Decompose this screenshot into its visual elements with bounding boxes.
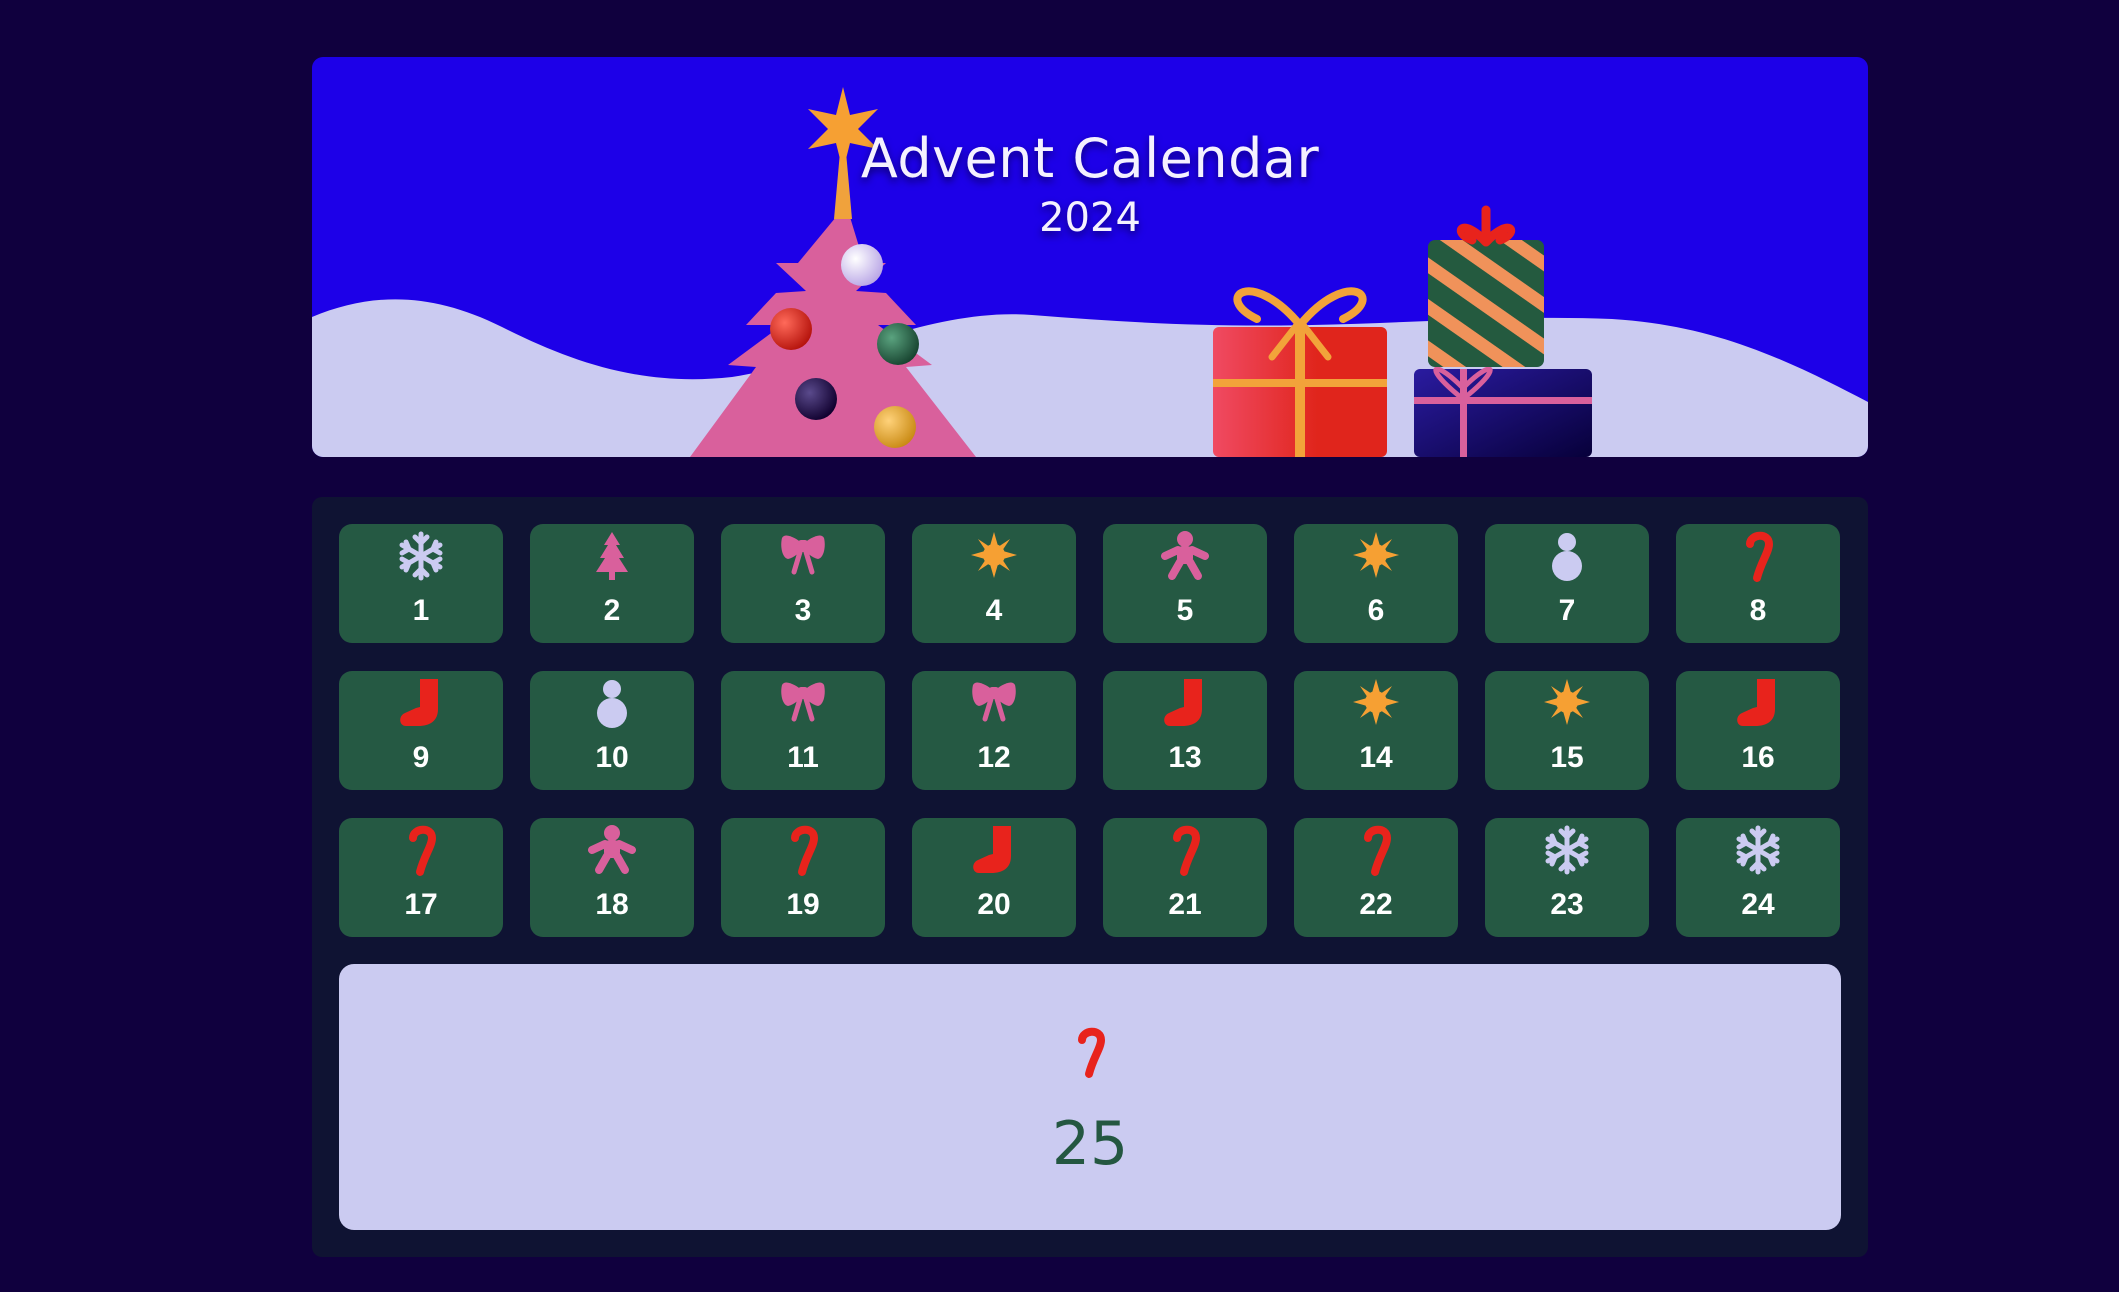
page-title: Advent Calendar <box>860 127 1320 190</box>
door-number: 6 <box>1367 594 1385 627</box>
door-number: 18 <box>595 888 629 921</box>
candy-cane-icon <box>1364 825 1392 876</box>
door-21[interactable]: 21 <box>1103 818 1267 937</box>
door-number: 2 <box>603 594 621 627</box>
bow-icon <box>781 682 825 722</box>
snowflake-icon <box>1545 825 1589 875</box>
door-17[interactable]: 17 <box>339 818 503 937</box>
door-4[interactable]: 4 <box>912 524 1076 643</box>
star-icon <box>1353 679 1399 725</box>
door-number: 1 <box>412 594 430 627</box>
door-11[interactable]: 11 <box>721 671 885 790</box>
door-number: 9 <box>412 741 430 774</box>
candy-cane-icon <box>409 825 437 876</box>
door-22[interactable]: 22 <box>1294 818 1458 937</box>
door-number: 12 <box>977 741 1011 774</box>
door-6[interactable]: 6 <box>1294 524 1458 643</box>
gingerbread-icon <box>1161 531 1209 580</box>
bow-icon <box>781 535 825 575</box>
door-18[interactable]: 18 <box>530 818 694 937</box>
door-number: 7 <box>1558 594 1576 627</box>
door-9[interactable]: 9 <box>339 671 503 790</box>
red-gift <box>1213 287 1387 457</box>
stocking-icon <box>1164 679 1202 726</box>
gingerbread-icon <box>588 825 636 874</box>
door-number: 13 <box>1168 741 1202 774</box>
door-3[interactable]: 3 <box>721 524 885 643</box>
door-2[interactable]: 2 <box>530 524 694 643</box>
door-16[interactable]: 16 <box>1676 671 1840 790</box>
door-25[interactable]: 25 <box>339 964 1841 1230</box>
door-13[interactable]: 13 <box>1103 671 1267 790</box>
door-number: 5 <box>1176 594 1194 627</box>
star-icon <box>1353 532 1399 578</box>
navy-gift <box>1414 366 1592 457</box>
candy-cane-icon <box>791 825 819 876</box>
door-5[interactable]: 5 <box>1103 524 1267 643</box>
door-number: 14 <box>1359 741 1393 774</box>
door-number: 11 <box>787 741 819 774</box>
door-number: 17 <box>404 888 438 921</box>
year-label: 2024 <box>1039 195 1141 241</box>
stocking-icon <box>973 826 1011 873</box>
banner-illustration <box>312 87 1868 457</box>
door-number: 8 <box>1749 594 1767 627</box>
door-number: 21 <box>1168 888 1202 921</box>
door-number: 16 <box>1741 741 1775 774</box>
door-number: 23 <box>1550 888 1584 921</box>
door-number: 20 <box>977 888 1011 921</box>
door-10[interactable]: 10 <box>530 671 694 790</box>
door-20[interactable]: 20 <box>912 818 1076 937</box>
stocking-icon <box>400 679 438 726</box>
door-number: 25 <box>1051 1109 1129 1179</box>
door-24[interactable]: 24 <box>1676 818 1840 937</box>
bow-icon <box>972 682 1016 722</box>
door-number: 22 <box>1359 888 1393 921</box>
door-14[interactable]: 14 <box>1294 671 1458 790</box>
candy-cane-icon <box>1173 825 1201 876</box>
door-number: 3 <box>794 594 812 627</box>
snowman-icon <box>597 680 627 728</box>
snowflake-icon <box>399 531 443 581</box>
calendar-panel: 1 2 3 4 5 6 7 8 9 10 11 12 13 14 15 16 1… <box>312 497 1868 1257</box>
door-7[interactable]: 7 <box>1485 524 1649 643</box>
door-12[interactable]: 12 <box>912 671 1076 790</box>
snowman-icon <box>1552 533 1582 581</box>
candy-cane-icon <box>1078 1027 1106 1078</box>
door-19[interactable]: 19 <box>721 818 885 937</box>
candy-cane-icon <box>1746 531 1774 582</box>
door-number: 19 <box>786 888 820 921</box>
door-15[interactable]: 15 <box>1485 671 1649 790</box>
door-number: 10 <box>595 741 629 774</box>
stocking-icon <box>1737 679 1775 726</box>
door-number: 4 <box>985 594 1003 627</box>
door-number: 24 <box>1741 888 1775 921</box>
snowflake-icon <box>1736 825 1780 875</box>
star-icon <box>1544 679 1590 725</box>
door-number: 15 <box>1550 741 1584 774</box>
header-banner: Advent Calendar 2024 <box>312 57 1868 457</box>
star-icon <box>971 532 1017 578</box>
door-8[interactable]: 8 <box>1676 524 1840 643</box>
door-23[interactable]: 23 <box>1485 818 1649 937</box>
door-1[interactable]: 1 <box>339 524 503 643</box>
tree-icon <box>596 532 628 580</box>
door-grid: 1 2 3 4 5 6 7 8 9 10 11 12 13 14 15 16 1… <box>339 524 1840 937</box>
page: Advent Calendar 2024 1 2 3 4 5 6 7 8 9 1… <box>0 0 2119 1292</box>
